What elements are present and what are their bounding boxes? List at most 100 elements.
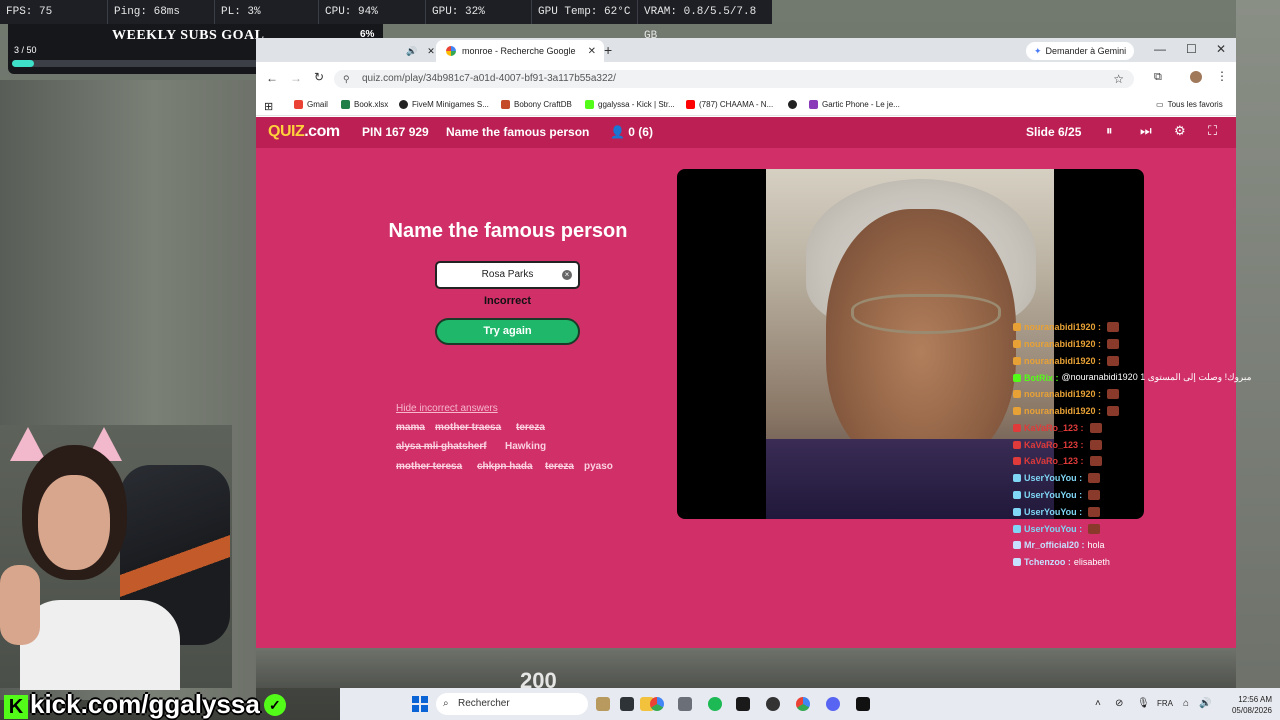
webcam-feed <box>0 425 232 690</box>
bookmark-gartic[interactable]: Gartic Phone - Le je... <box>809 100 900 109</box>
site-info-icon[interactable]: ⚲ <box>343 70 350 88</box>
chat-badge-icon <box>1013 373 1021 382</box>
tray-chevron-icon[interactable]: ˄ <box>1095 698 1101 709</box>
gemini-sparkle-icon: ✦ <box>1034 45 1042 56</box>
stream-chat-overlay: nouranabidi1920 : nouranabidi1920 : nouran… <box>1010 320 1280 580</box>
incorrect-answer: mother teresa <box>396 461 463 472</box>
chat-emote-icon <box>1107 322 1120 332</box>
network-icon[interactable]: ⌂ <box>1183 698 1189 709</box>
gemini-label: Demander à Gemini <box>1045 46 1127 56</box>
windows-taskbar: ⌕ Rechercher ˄ ⊘ 🎙 FRA ⌂ 🔊 12:56 AM 05/0… <box>340 688 1280 720</box>
chrome-profile-icon[interactable] <box>796 697 810 711</box>
fullscreen-icon[interactable]: ⛶ <box>1208 123 1217 139</box>
chat-message: BotRix : @nouranabidi1920 مبروك! وصلت إلى… <box>1013 372 1251 383</box>
pause-icon[interactable]: ⏸ <box>1106 123 1113 139</box>
answer-input[interactable]: Rosa Parks × <box>435 261 580 289</box>
system-tray: ˄ ⊘ 🎙 FRA ⌂ 🔊 12:56 AM 05/08/2026 <box>1095 692 1280 716</box>
terminal-icon[interactable] <box>856 697 870 711</box>
bookmark-star-icon[interactable]: ☆ <box>1113 70 1124 88</box>
chat-text: hola <box>1087 540 1105 551</box>
web-icon <box>788 100 797 109</box>
windows-start-icon[interactable] <box>412 696 428 712</box>
kick-url: kick.com/ggalyssa <box>30 689 260 719</box>
spotify-icon[interactable] <box>708 697 722 711</box>
tab-quiz[interactable]: 🔊 ✕ <box>392 40 436 62</box>
bookmark-gmail[interactable]: Gmail <box>294 100 328 109</box>
bookmark-book-xlsx[interactable]: Book.xlsx <box>341 100 388 109</box>
menu-dots-icon[interactable]: ⋮ <box>1216 69 1228 83</box>
reload-icon[interactable]: ↻ <box>314 70 324 84</box>
bookmark-youtube[interactable]: (787) CHAAMA - N... <box>686 100 773 109</box>
minimize-icon[interactable]: — <box>1154 42 1166 56</box>
fps-stat: FPS: 75 <box>0 0 108 24</box>
cpu-stat: CPU: 94% <box>319 0 426 24</box>
chrome-icon[interactable] <box>650 697 664 711</box>
chat-message: nouranabidi1920 : <box>1013 406 1120 416</box>
chat-badge-icon <box>1013 390 1021 399</box>
incorrect-answer: mother traesa <box>435 422 502 433</box>
try-again-button[interactable]: Try again <box>435 318 580 345</box>
kick-icon <box>585 100 594 109</box>
chat-message: nouranabidi1920 : <box>1013 322 1120 332</box>
language-indicator[interactable]: FRA <box>1157 699 1173 708</box>
chat-username: UserYouYou : <box>1024 490 1083 500</box>
discord-icon[interactable] <box>826 697 840 711</box>
clock[interactable]: 12:56 AM 05/08/2026 <box>1232 694 1272 716</box>
chat-emote-icon <box>1107 389 1120 400</box>
forward-icon[interactable]: → <box>290 71 302 85</box>
new-tab-plus-icon[interactable]: + <box>604 42 612 58</box>
chat-username: Mr_official20 : <box>1024 540 1085 551</box>
hide-incorrect-answers-link[interactable]: Hide incorrect answers <box>396 403 498 414</box>
ask-gemini-button[interactable]: ✦ Demander à Gemini <box>1026 42 1135 60</box>
obs-icon[interactable] <box>766 697 780 711</box>
settings-gear-icon[interactable]: ⚙ <box>1174 123 1186 139</box>
bookmark-fivem[interactable]: FiveM Minigames S... <box>399 100 489 109</box>
chat-username: nouranabidi1920 : <box>1024 338 1102 349</box>
app-icon[interactable] <box>596 697 610 711</box>
tab-google-search[interactable]: monroe - Recherche Google ✕ <box>436 40 604 62</box>
tab-close-icon[interactable]: ✕ <box>427 46 435 57</box>
chat-emote-icon <box>1089 456 1102 467</box>
chat-emote-icon <box>1088 506 1101 517</box>
player-count-value: 0 (6) <box>628 125 653 139</box>
maximize-icon[interactable]: ☐ <box>1186 42 1197 56</box>
incorrect-answer: pyaso <box>584 461 613 472</box>
back-icon[interactable]: ← <box>266 71 278 85</box>
microphone-icon[interactable]: 🎙 <box>1137 698 1150 709</box>
bookmark-kick[interactable]: ggalyssa - Kick | Str... <box>585 100 675 109</box>
clear-icon[interactable]: × <box>562 270 572 280</box>
chat-badge-icon <box>1013 558 1021 567</box>
chat-text: @nouranabidi1920 مبروك! وصلت إلى المستوى… <box>1061 372 1252 383</box>
taskbar-search[interactable]: ⌕ Rechercher <box>436 693 588 715</box>
chat-username: KaVaRo_123 : <box>1024 456 1084 467</box>
bookmark-bobony[interactable]: Bobony CraftDB <box>501 100 572 109</box>
skip-icon[interactable]: ⏭ <box>1140 123 1152 139</box>
snipping-icon[interactable] <box>678 697 692 711</box>
question-text: Name the famous person <box>388 220 628 242</box>
tab-close-icon[interactable]: ✕ <box>588 46 596 57</box>
clock-time: 12:56 AM <box>1238 695 1272 704</box>
folder-icon: ▭ <box>1156 100 1164 109</box>
chat-badge-icon <box>1013 323 1021 331</box>
streamlabs-icon[interactable] <box>736 697 750 711</box>
bookmark-web[interactable] <box>788 100 801 109</box>
address-bar[interactable]: ⚲ quiz.com/play/34b981c7-a01d-4007-bf91-… <box>334 70 1134 88</box>
streamer-shirt <box>20 600 180 690</box>
google-icon <box>446 46 456 56</box>
quiz-logo[interactable]: QUIZ.com <box>268 123 340 141</box>
bookmark-all-folder[interactable]: ▭ Tous les favoris <box>1156 100 1223 109</box>
volume-icon[interactable]: 🔊 <box>1199 698 1211 709</box>
chat-emote-icon <box>1089 422 1102 433</box>
streamer-hand <box>0 565 40 645</box>
mute-icon[interactable]: ⊘ <box>1115 698 1123 709</box>
chat-emote-icon <box>1107 338 1120 349</box>
apps-grid-icon[interactable]: ⊞ <box>264 100 273 113</box>
window-close-icon[interactable]: ✕ <box>1216 42 1226 56</box>
extensions-icon[interactable]: ⧉ <box>1154 71 1162 84</box>
chat-message: UserYouYou : <box>1013 473 1101 484</box>
chat-badge-icon <box>1013 541 1021 550</box>
task-view-icon[interactable] <box>620 697 634 711</box>
bobony-icon <box>501 100 510 109</box>
gpu-stat: GPU: 32% <box>426 0 532 24</box>
profile-avatar[interactable] <box>1190 71 1202 83</box>
